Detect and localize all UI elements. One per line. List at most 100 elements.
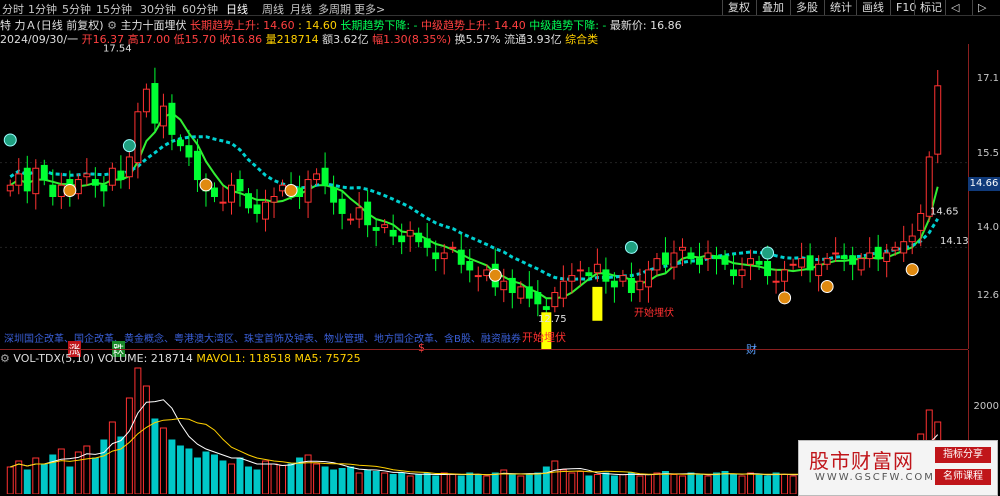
toolbar-button-3[interactable]: 统计 (824, 0, 857, 15)
volume-bar (245, 466, 252, 494)
vol-axis-label: 2000 (973, 401, 999, 412)
period-tab-6[interactable]: 日线 (226, 1, 248, 17)
high-price-label: 17.54 (103, 44, 132, 54)
volume-bar (738, 475, 746, 494)
volume-bar (6, 466, 14, 494)
candle-body (108, 167, 116, 186)
signal-marker (820, 280, 834, 294)
candle-body (593, 263, 601, 274)
volume-bar (534, 472, 542, 494)
period-tab-8[interactable]: 月线 (290, 1, 312, 17)
toolbar-button-4[interactable]: 画线 (856, 0, 889, 15)
toolbar-button-2[interactable]: 多股 (790, 0, 823, 15)
ma-line-short (9, 111, 939, 300)
watermark-title: 股市财富网 (809, 449, 914, 473)
candle-body (713, 255, 720, 260)
toolbar-button-8[interactable]: ▷ (972, 0, 991, 15)
candle-body (798, 258, 806, 268)
signal-marker (488, 268, 502, 282)
volume-bar (108, 421, 116, 494)
volume-bar (134, 367, 142, 494)
volume-bar (602, 472, 610, 494)
candle-body (304, 179, 312, 203)
candle-body (534, 292, 542, 305)
share-button[interactable]: 指标分享 (935, 447, 991, 463)
volume-bar (483, 475, 491, 494)
period-tab-9[interactable]: 多周期 (318, 1, 351, 17)
candle-body (874, 246, 882, 260)
candle-body (500, 280, 508, 291)
candle-body (585, 272, 593, 277)
volume-bar (185, 448, 193, 494)
candle-body (466, 260, 474, 271)
period-tab-4[interactable]: 30分钟 (140, 1, 176, 17)
candle-body (49, 184, 57, 198)
candle-body (296, 187, 304, 197)
period-tab-10[interactable]: 更多> (354, 1, 385, 17)
volume-bar (755, 474, 763, 494)
volume-bar (40, 463, 48, 494)
volume-bar (253, 469, 261, 494)
candle-body (159, 105, 167, 127)
volume-bar (636, 475, 644, 494)
candle-body (432, 252, 440, 260)
candle-body (644, 269, 652, 288)
volume-bar (66, 466, 74, 494)
price-axis-label: 15.5 (976, 148, 999, 159)
volume-bar (721, 471, 729, 494)
candle-body (551, 292, 559, 308)
tag-dollar[interactable]: $ (418, 341, 425, 354)
period-tab-5[interactable]: 60分钟 (182, 1, 218, 17)
volume-bar (210, 454, 218, 494)
volume-bar (219, 460, 227, 494)
candle-body (415, 232, 423, 243)
volume-bar (687, 472, 695, 494)
candle-body (245, 193, 252, 209)
candle-body (559, 280, 567, 299)
volume-bar (627, 472, 635, 494)
volume-bar (57, 448, 65, 494)
course-button[interactable]: 名师课程 (935, 469, 991, 485)
candle-body (627, 277, 635, 294)
candle-body (440, 252, 448, 260)
period-tab-2[interactable]: 5分钟 (62, 1, 91, 17)
volume-bar (678, 475, 686, 494)
candle-body (83, 173, 91, 178)
volume-bar (74, 451, 82, 494)
period-tab-0[interactable]: 分时 (2, 1, 24, 17)
candle-body (696, 258, 703, 265)
candle-body (372, 227, 380, 231)
toolbar-button-6[interactable]: 标记 (914, 0, 947, 15)
volume-bar (696, 474, 703, 494)
trend-marker (3, 133, 17, 147)
signal-marker (63, 184, 77, 197)
latest-price: 最新价: 16.86 (609, 19, 682, 32)
candle-body (125, 156, 133, 178)
toolbar-button-0[interactable]: 复权 (722, 0, 755, 15)
volume-bar (772, 472, 780, 494)
low-price-label: 12.75 (538, 314, 567, 325)
period-tab-7[interactable]: 周线 (262, 1, 284, 17)
volume-bar (23, 469, 31, 494)
volume-bar (661, 471, 669, 494)
concept-news[interactable]: 深圳国企改革、国企改革、黄金概念、粤港澳大湾区、珠宝首饰及钟表、物业管理、地方国… (4, 330, 521, 345)
candle-body (747, 258, 755, 265)
volume-bar (32, 457, 40, 494)
volume-bar (236, 457, 244, 494)
toolbar-button-1[interactable]: 叠加 (756, 0, 789, 15)
volume-bar (619, 474, 627, 494)
toolbar-button-7[interactable]: ◁ (945, 0, 964, 15)
volume-bar (125, 397, 133, 494)
candle-body (730, 269, 738, 277)
candle-body (176, 139, 184, 147)
volume-bar (559, 469, 567, 494)
signal-marker (905, 263, 919, 277)
price-chart[interactable]: 17.5412.7514.6514.13开始埋伏开始埋伏 (0, 44, 968, 349)
bury-label: 开始埋伏 (634, 306, 674, 319)
bury-label: 开始埋伏 (522, 330, 566, 344)
watermark: 股市财富网 WWW.GSCFW.COM 指标分享 名师课程 (798, 440, 998, 496)
candle-body (338, 198, 346, 214)
period-tab-1[interactable]: 1分钟 (28, 1, 57, 17)
candle-body (891, 246, 899, 251)
period-tab-3[interactable]: 15分钟 (96, 1, 132, 17)
